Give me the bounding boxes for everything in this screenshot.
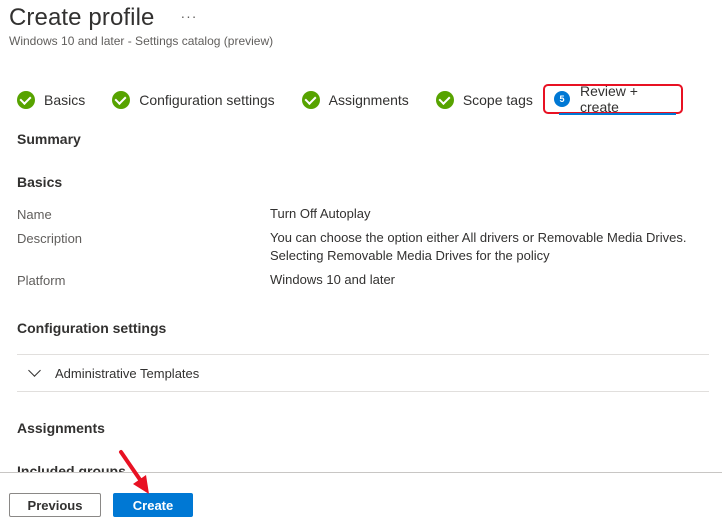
- page-title: Create profile: [9, 4, 155, 31]
- step-scope-tags[interactable]: Scope tags: [435, 91, 533, 109]
- check-circle-icon: [17, 91, 35, 109]
- platform-value: Windows 10 and later: [270, 272, 396, 287]
- step-label: Review + create: [580, 83, 638, 115]
- page-subtitle: Windows 10 and later - Settings catalog …: [9, 34, 274, 48]
- divider: [17, 391, 709, 392]
- description-value: You can choose the option either All dri…: [270, 229, 686, 265]
- step-label: Configuration settings: [139, 92, 275, 108]
- check-circle-icon: [112, 91, 131, 109]
- wizard-steps: Basics Configuration settings Assignment…: [17, 83, 683, 115]
- accordion-label: Administrative Templates: [55, 365, 200, 381]
- step-label: Basics: [44, 92, 86, 108]
- previous-button[interactable]: Previous: [9, 493, 101, 517]
- create-button[interactable]: Create: [113, 493, 193, 517]
- description-line: You can choose the option either All dri…: [270, 230, 687, 245]
- step-assignments[interactable]: Assignments: [301, 91, 409, 109]
- description-label: Description: [17, 231, 83, 246]
- step-review-create[interactable]: 5 Review + create: [543, 83, 683, 115]
- description-line: Selecting Removable Media Drives for the…: [270, 248, 550, 263]
- platform-label: Platform: [17, 273, 66, 288]
- check-circle-icon: [435, 91, 454, 109]
- configuration-settings-heading: Configuration settings: [17, 320, 167, 336]
- administrative-templates-accordion[interactable]: Administrative Templates: [17, 355, 709, 391]
- name-label: Name: [17, 207, 52, 222]
- page-header: Create profile ··· Windows 10 and later …: [9, 4, 273, 48]
- step-configuration-settings[interactable]: Configuration settings: [112, 91, 275, 109]
- check-circle-icon: [301, 91, 320, 109]
- more-options-icon[interactable]: ···: [180, 8, 197, 24]
- step-label: Scope tags: [462, 92, 533, 108]
- step-number-icon: 5: [554, 91, 570, 107]
- step-label: Assignments: [328, 92, 409, 108]
- assignments-heading: Assignments: [17, 420, 105, 436]
- footer-bar: Previous Create: [0, 472, 722, 527]
- chevron-down-icon: [28, 364, 41, 377]
- basics-heading: Basics: [17, 174, 63, 190]
- step-basics[interactable]: Basics: [17, 91, 85, 109]
- name-value: Turn Off Autoplay: [270, 206, 371, 221]
- summary-heading: Summary: [17, 131, 81, 147]
